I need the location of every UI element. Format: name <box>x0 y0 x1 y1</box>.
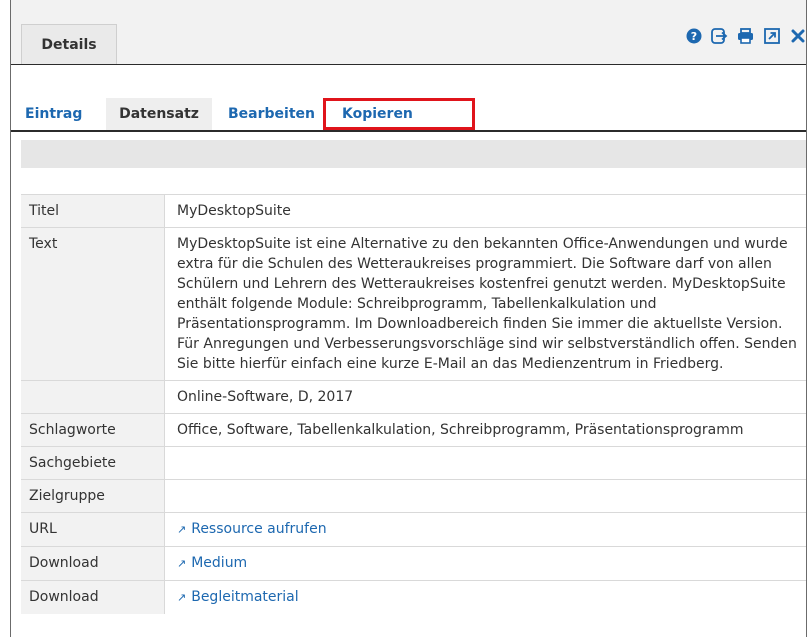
external-link-icon: ↗ <box>177 557 187 570</box>
tab-kopieren[interactable]: Kopieren <box>323 98 475 130</box>
row-label: Schlagworte <box>21 413 165 447</box>
audience-value <box>164 479 806 513</box>
download-cell: ↗ Medium <box>164 546 806 581</box>
external-link-icon: ↗ <box>177 591 187 604</box>
table-row: Online-Software, D, 2017 <box>21 380 806 414</box>
table-row: Titel MyDesktopSuite <box>21 194 806 228</box>
medium-download-link[interactable]: ↗ Medium <box>177 555 247 571</box>
panel-header: Details ? <box>11 0 806 65</box>
row-label: URL <box>21 512 165 547</box>
svg-text:?: ? <box>690 30 696 43</box>
table-row: Zielgruppe <box>21 479 806 513</box>
begleitmaterial-link-label: Begleitmaterial <box>191 589 299 605</box>
tab-bearbeiten[interactable]: Bearbeiten <box>228 98 315 130</box>
row-label: Text <box>21 227 165 381</box>
table-row: Schlagworte Office, Software, Tabellenka… <box>21 413 806 447</box>
open-external-icon[interactable] <box>763 28 780 45</box>
metadata-table: Titel MyDesktopSuite Text MyDesktopSuite… <box>21 194 806 614</box>
external-link-icon: ↗ <box>177 523 187 536</box>
record-tabs: Eintrag Datensatz Bearbeiten Kopieren <box>11 98 806 130</box>
begleitmaterial-download-link[interactable]: ↗ Begleitmaterial <box>177 589 299 605</box>
row-label: Zielgruppe <box>21 479 165 513</box>
row-label: Download <box>21 580 165 614</box>
help-icon[interactable]: ? <box>685 28 702 45</box>
row-label <box>21 380 165 414</box>
row-label: Sachgebiete <box>21 446 165 480</box>
close-icon[interactable] <box>789 28 806 45</box>
subjects-value <box>164 446 806 480</box>
row-label: Titel <box>21 194 165 228</box>
resource-link-label: Ressource aufrufen <box>191 521 327 537</box>
print-icon[interactable] <box>737 28 754 45</box>
format-value: Online-Software, D, 2017 <box>164 380 806 414</box>
description-value: MyDesktopSuite ist eine Alternative zu d… <box>164 227 806 381</box>
toolbar: ? <box>685 25 806 47</box>
url-cell: ↗ Ressource aufrufen <box>164 512 806 547</box>
tab-divider <box>11 130 806 132</box>
resource-link[interactable]: ↗ Ressource aufrufen <box>177 521 327 537</box>
table-row: Text MyDesktopSuite ist eine Alternative… <box>21 227 806 381</box>
table-row: Download ↗ Medium <box>21 546 806 581</box>
tab-datensatz[interactable]: Datensatz <box>106 98 212 130</box>
table-row: Sachgebiete <box>21 446 806 480</box>
details-panel: Details ? Eintrag Datensatz Bearbeiten K… <box>10 0 807 637</box>
table-row: URL ↗ Ressource aufrufen <box>21 512 806 547</box>
keywords-value: Office, Software, Tabellenkalkulation, S… <box>164 413 806 447</box>
details-tab[interactable]: Details <box>21 24 117 64</box>
medium-link-label: Medium <box>191 555 248 571</box>
tab-eintrag[interactable]: Eintrag <box>25 98 82 130</box>
export-icon[interactable] <box>711 28 728 45</box>
title-value: MyDesktopSuite <box>164 194 806 228</box>
row-label: Download <box>21 546 165 581</box>
table-row: Download ↗ Begleitmaterial <box>21 580 806 614</box>
tab-content-bar <box>21 140 806 168</box>
download-cell: ↗ Begleitmaterial <box>164 580 806 614</box>
